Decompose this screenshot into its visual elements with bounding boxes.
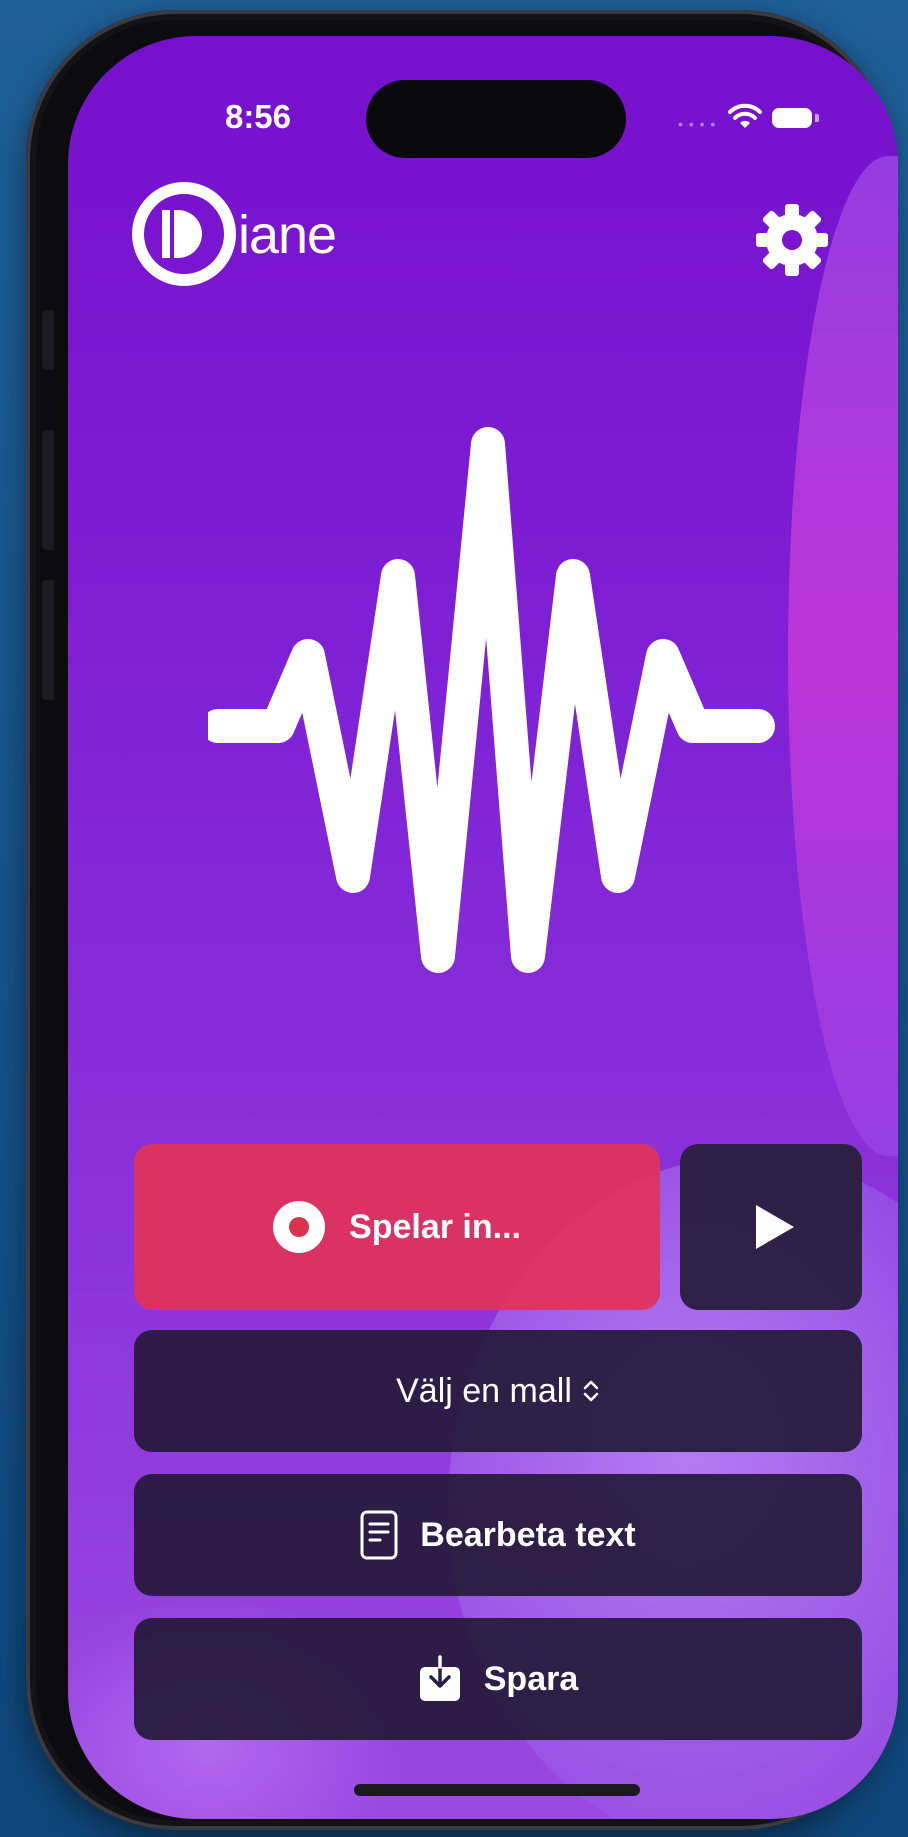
- audio-waveform-icon: [208, 427, 775, 973]
- template-picker-button[interactable]: Välj en mall: [134, 1330, 862, 1452]
- gear-icon[interactable]: [754, 202, 830, 278]
- wifi-icon: [728, 103, 762, 128]
- record-icon: [273, 1201, 326, 1253]
- logo-text: iane: [238, 205, 337, 265]
- home-indicator[interactable]: [354, 1784, 640, 1796]
- document-icon: [360, 1510, 398, 1560]
- record-button-label: Spelar in...: [349, 1207, 521, 1246]
- phone-frame: 8:56 • • • • iane Spelar in... Välj en m…: [26, 10, 898, 1830]
- dynamic-island: [366, 80, 626, 158]
- app-screen: 8:56 • • • • iane Spelar in... Välj en m…: [68, 36, 898, 1819]
- download-tray-icon: [419, 1655, 460, 1701]
- chevron-up-down-icon: [583, 1380, 599, 1402]
- action-button: [42, 310, 54, 370]
- status-time: 8:56: [224, 98, 292, 135]
- volume-up-button: [42, 430, 54, 550]
- app-logo: iane: [132, 182, 362, 312]
- status-icons: • • • •: [678, 102, 838, 134]
- volume-down-button: [42, 580, 54, 700]
- cellular-signal-icon: • • • •: [678, 116, 717, 132]
- process-text-button[interactable]: Bearbeta text: [134, 1474, 862, 1596]
- battery-icon: [772, 108, 812, 128]
- save-button[interactable]: Spara: [134, 1618, 862, 1740]
- template-picker-label: Välj en mall: [396, 1371, 572, 1410]
- save-button-label: Spara: [483, 1659, 579, 1698]
- record-button[interactable]: Spelar in...: [134, 1144, 660, 1310]
- battery-tip: [815, 114, 819, 122]
- logo-mark: [162, 210, 170, 258]
- play-icon: [756, 1205, 794, 1249]
- process-text-label: Bearbeta text: [420, 1515, 636, 1554]
- play-button[interactable]: [680, 1144, 862, 1310]
